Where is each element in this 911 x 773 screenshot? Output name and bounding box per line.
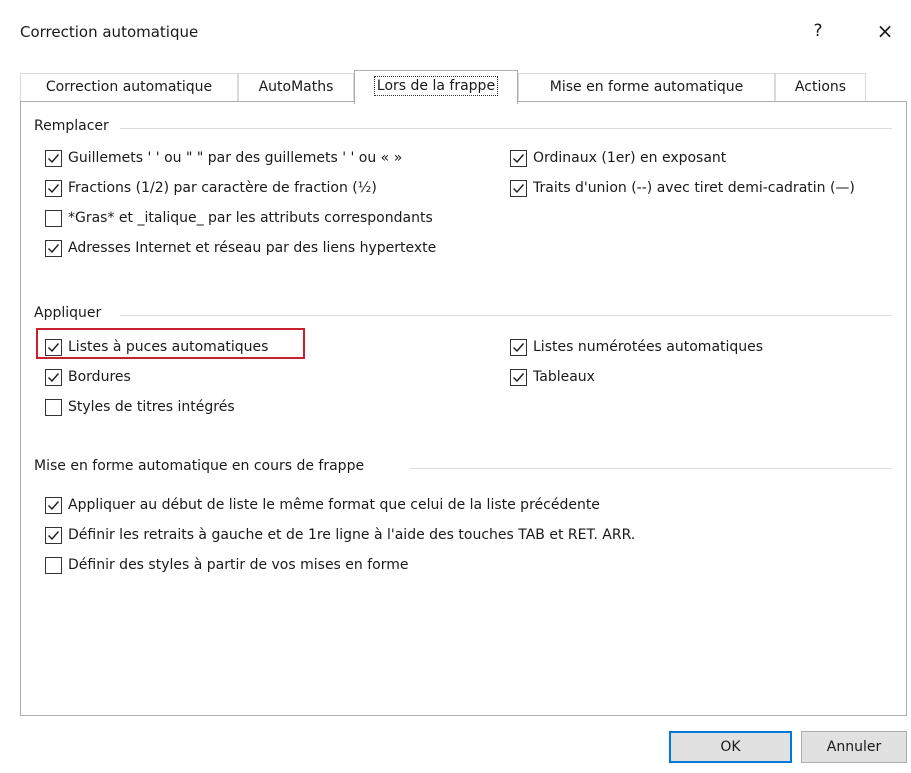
group-divider (120, 315, 892, 316)
check-icon (513, 372, 525, 382)
option-label: Fractions (1/2) par caractère de fractio… (68, 180, 377, 196)
option-label: Traits d'union (--) avec tiret demi-cadr… (533, 180, 855, 196)
option-ordinaux[interactable]: Ordinaux (1er) en exposant (510, 147, 726, 169)
option-fractions[interactable]: Fractions (1/2) par caractère de fractio… (45, 177, 377, 199)
option-label: Bordures (68, 369, 131, 385)
group-legend-remplacer: Remplacer (34, 118, 115, 134)
option-listes-numerotees[interactable]: Listes numérotées automatiques (510, 336, 763, 358)
tab-actions[interactable]: Actions (775, 73, 866, 102)
tab-mise-en-forme-automatique[interactable]: Mise en forme automatique (518, 73, 775, 102)
check-icon (513, 183, 525, 193)
option-label: Définir les retraits à gauche et de 1re … (68, 527, 636, 543)
checkbox[interactable] (510, 338, 527, 356)
option-label: Ordinaux (1er) en exposant (533, 150, 727, 166)
tab-lors-de-la-frappe[interactable]: Lors de la frappe (354, 70, 518, 104)
option-appliquer-debut-liste[interactable]: Appliquer au début de liste le même form… (45, 494, 600, 516)
checkbox[interactable] (45, 556, 62, 574)
checkbox[interactable] (510, 179, 527, 197)
option-label: Tableaux (533, 369, 595, 385)
checkbox[interactable] (510, 149, 527, 167)
option-label: Listes numérotées automatiques (533, 339, 764, 355)
option-adresses-internet[interactable]: Adresses Internet et réseau par des lien… (45, 237, 436, 259)
check-icon (48, 183, 60, 193)
option-label: Définir des styles à partir de vos mises… (68, 557, 409, 573)
ok-button[interactable]: OK (669, 731, 792, 763)
option-definir-styles[interactable]: Définir des styles à partir de vos mises… (45, 554, 409, 576)
tab-label: AutoMaths (258, 79, 334, 95)
checkbox[interactable] (45, 338, 62, 356)
check-icon (48, 500, 60, 510)
tab-automaths[interactable]: AutoMaths (238, 73, 354, 102)
group-legend-appliquer: Appliquer (34, 305, 108, 321)
checkbox[interactable] (45, 368, 62, 386)
checkbox[interactable] (45, 179, 62, 197)
check-icon (48, 342, 60, 352)
option-label: Adresses Internet et réseau par des lien… (68, 240, 437, 256)
dialog-title: Correction automatique (20, 23, 199, 41)
checkbox[interactable] (45, 526, 62, 544)
option-listes-puces[interactable]: Listes à puces automatiques (45, 336, 268, 358)
help-button[interactable]: ? (806, 18, 830, 44)
checkbox[interactable] (45, 496, 62, 514)
title-bar: Correction automatique ? × (0, 0, 911, 62)
check-icon (48, 372, 60, 382)
tab-label: Lors de la frappe (373, 76, 499, 96)
option-gras-italique[interactable]: *Gras* et _italique_ par les attributs c… (45, 207, 433, 229)
option-label: Appliquer au début de liste le même form… (68, 497, 600, 513)
option-label: *Gras* et _italique_ par les attributs c… (68, 210, 433, 226)
option-label: Guillemets ' ' ou " " par des guillemets… (68, 150, 403, 166)
check-icon (48, 530, 60, 540)
tab-label: Correction automatique (45, 79, 213, 95)
checkbox[interactable] (45, 209, 62, 227)
option-guillemets[interactable]: Guillemets ' ' ou " " par des guillemets… (45, 147, 402, 169)
tab-label: Actions (794, 79, 847, 95)
check-icon (48, 153, 60, 163)
option-bordures[interactable]: Bordures (45, 366, 131, 388)
group-legend-mise-en-forme: Mise en forme automatique en cours de fr… (34, 458, 371, 474)
tab-correction-automatique[interactable]: Correction automatique (20, 73, 238, 102)
checkbox[interactable] (45, 239, 62, 257)
tab-label: Mise en forme automatique (549, 79, 744, 95)
option-traits-union[interactable]: Traits d'union (--) avec tiret demi-cadr… (510, 177, 855, 199)
close-button[interactable]: × (870, 18, 900, 44)
tab-strip: Correction automatique AutoMaths Lors de… (20, 70, 892, 104)
check-icon (513, 342, 525, 352)
option-styles-titres[interactable]: Styles de titres intégrés (45, 396, 235, 418)
checkbox[interactable] (45, 149, 62, 167)
checkbox[interactable] (510, 368, 527, 386)
cancel-button[interactable]: Annuler (801, 731, 907, 763)
check-icon (48, 243, 60, 253)
group-divider (410, 468, 892, 469)
option-label: Styles de titres intégrés (68, 399, 235, 415)
checkbox[interactable] (45, 398, 62, 416)
option-label: Listes à puces automatiques (68, 339, 269, 355)
check-icon (513, 153, 525, 163)
group-divider (120, 128, 892, 129)
option-tableaux[interactable]: Tableaux (510, 366, 595, 388)
option-definir-retraits[interactable]: Définir les retraits à gauche et de 1re … (45, 524, 635, 546)
